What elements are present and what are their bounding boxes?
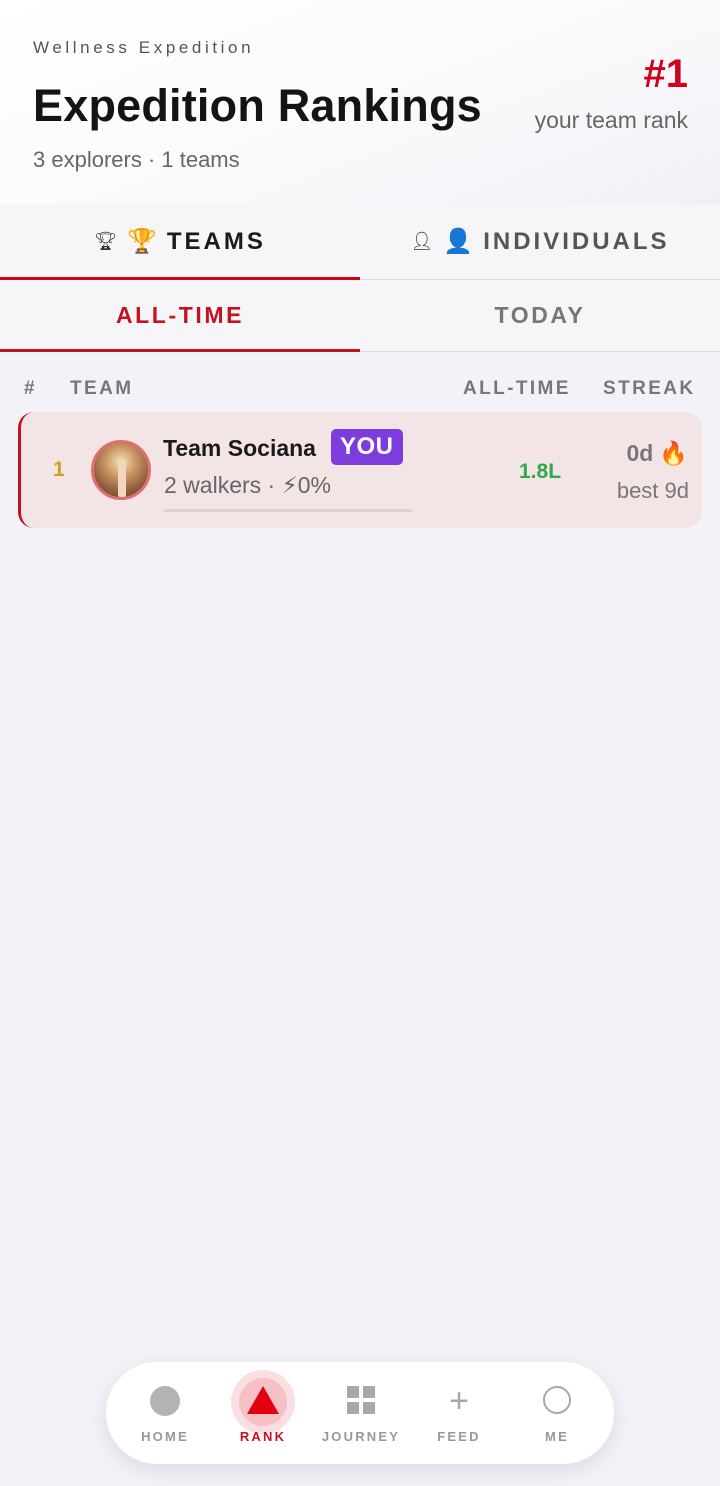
tab-individuals-label: INDIVIDUALS [483, 227, 670, 255]
trophy-icon: 🏆 [126, 228, 157, 255]
column-header-rank: # [24, 378, 37, 399]
tab-today[interactable]: TODAY [360, 280, 720, 351]
tab-individuals[interactable]: 👤︎ 👤 INDIVIDUALS [360, 204, 720, 279]
you-badge: YOU [331, 429, 403, 465]
nav-home[interactable]: HOME [115, 1362, 215, 1464]
tab-today-label: TODAY [494, 302, 586, 328]
page-title: Expedition Rankings [33, 80, 482, 131]
nav-journey[interactable]: JOURNEY [311, 1362, 411, 1464]
page-header: Wellness Expedition Expedition Rankings … [0, 0, 720, 204]
tab-teams[interactable]: 🏆︎ 🏆 TEAMS [0, 204, 360, 280]
nav-rank[interactable]: RANK [213, 1362, 313, 1464]
tab-all-time[interactable]: ALL-TIME [0, 280, 360, 352]
alltime-value: 1.8L [519, 460, 562, 483]
person-outline-icon: 👤︎ [410, 231, 434, 251]
page-subtitle: 3 explorers · 1 teams [33, 147, 240, 172]
tab-all-time-label: ALL-TIME [115, 302, 245, 328]
team-rank-value: #1 [643, 52, 689, 96]
trophy-outline-icon: 🏆︎ [94, 231, 117, 251]
nav-me[interactable]: ME [507, 1362, 607, 1464]
nav-feed[interactable]: + FEED [409, 1362, 509, 1464]
triangle-icon [247, 1386, 279, 1414]
nav-rank-label: RANK [239, 1429, 287, 1444]
column-header-alltime: ALL-TIME [463, 378, 571, 399]
table-row[interactable]: 1 Team Sociana YOU 2 walkers · ⚡0% 1.8L … [18, 412, 702, 528]
team-rank-label: your team rank [534, 107, 688, 133]
column-header-team: TEAM [70, 378, 134, 399]
main-tabs: 🏆︎ 🏆 TEAMS 👤︎ 👤 INDIVIDUALS [0, 204, 720, 280]
nav-journey-label: JOURNEY [321, 1429, 401, 1444]
nav-feed-label: FEED [437, 1429, 481, 1444]
fire-icon: 🔥 [659, 440, 688, 466]
period-tabs: ALL-TIME TODAY [0, 280, 720, 352]
row-rank: 1 [53, 458, 65, 481]
plus-icon: + [449, 1382, 469, 1420]
streak-days: 0d [626, 440, 654, 466]
tab-teams-label: TEAMS [166, 227, 266, 255]
grid-icon [347, 1386, 375, 1414]
person-icon: 👤 [443, 228, 474, 255]
team-meta: 2 walkers · ⚡0% [164, 472, 331, 498]
team-name: Team Sociana [163, 435, 316, 461]
streak-best: best 9d [616, 478, 689, 503]
team-progress-bar [164, 509, 412, 512]
nav-me-label: ME [545, 1429, 569, 1444]
ring-icon [543, 1386, 571, 1414]
team-avatar [91, 440, 151, 500]
app-eyebrow: Wellness Expedition [33, 38, 255, 57]
home-circle-icon [150, 1386, 180, 1416]
column-header-streak: STREAK [603, 378, 696, 399]
streak-value: 0d 🔥 [627, 440, 688, 467]
nav-home-label: HOME [141, 1429, 189, 1444]
bottom-nav: HOME RANK JOURNEY + FEED ME [106, 1362, 614, 1464]
